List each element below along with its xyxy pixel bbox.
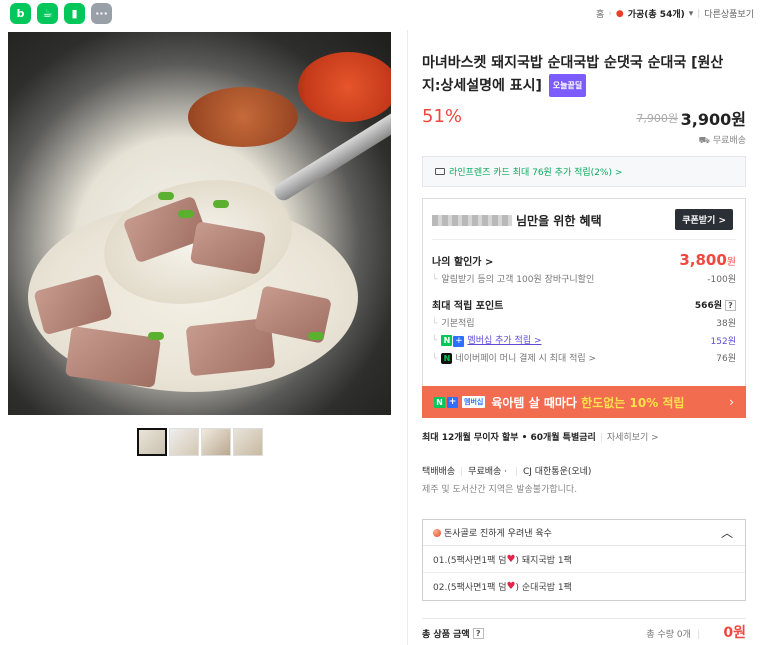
- chevron-right-icon: ›: [729, 395, 734, 409]
- heart-icon: ♥: [506, 553, 516, 565]
- chevron-down-icon[interactable]: ▾: [689, 9, 694, 19]
- truck-icon: ⛟: [698, 136, 710, 146]
- naver-pay-icon: N: [441, 353, 453, 364]
- total-price: 0원: [723, 625, 746, 641]
- today-deal-badge: 오늘끝딜: [548, 74, 587, 97]
- kimchi-side-dish: [298, 52, 391, 122]
- card-promo-banner[interactable]: 라인프렌즈 카드 최대 76원 추가 적립(2%) >: [422, 156, 746, 187]
- help-icon[interactable]: ?: [725, 300, 736, 311]
- original-price: 7,900원: [636, 112, 678, 125]
- basic-points-row: └ 기본적립 38원: [432, 316, 736, 329]
- product-main-image[interactable]: [8, 32, 391, 415]
- alarm-discount-label: └ 알림받기 등의 고객 100원 장바구니할인: [432, 275, 595, 285]
- plus-icon: +: [447, 396, 458, 408]
- sale-price: 3,900원: [680, 110, 746, 129]
- side-dish-bowl: [188, 87, 298, 147]
- my-price-value: 3,800원: [679, 251, 736, 269]
- pay-points-value: 76원: [716, 354, 736, 364]
- option-selector: 돈사골로 진하게 우려낸 육수 ︿ 01.(5팩사면1팩 덤 ♥) 돼지국밥 1팩…: [422, 519, 746, 601]
- my-price-row: 나의 할인가 > 3,800원: [432, 251, 736, 269]
- divider: [432, 239, 736, 240]
- plus-icon: +: [453, 336, 465, 347]
- installment-info: 최대 12개월 무이자 할부 • 60개월 특별금리 자세히보기 >: [422, 430, 659, 443]
- naver-n-icon: N: [434, 396, 445, 408]
- divider: [422, 618, 746, 619]
- cafe-icon[interactable]: ☕: [37, 3, 58, 24]
- masked-username: [432, 215, 512, 226]
- alarm-discount-value: -100원: [707, 275, 736, 285]
- breadcrumb: 홈 › ● 가공(총 54개) ▾ | 다른상품보기: [596, 7, 754, 21]
- pay-points-row: └ N 네이버페이 머니 결제 시 최대 적립 > 76원: [432, 351, 736, 364]
- option-dropdown-header[interactable]: 돈사골로 진하게 우려낸 육수 ︿: [423, 520, 745, 546]
- thumbnail-4[interactable]: [233, 428, 263, 456]
- total-quantity: 총 수량 0개: [646, 627, 700, 640]
- promo-highlight: 한도없는 10% 적립: [581, 395, 685, 410]
- promo-text: 육아템 살 때마다 한도없는 10% 적립: [491, 395, 685, 410]
- scallion: [213, 200, 229, 208]
- breadcrumb-category[interactable]: 가공(총 54개): [628, 7, 685, 20]
- thumbnail-2[interactable]: [169, 428, 199, 456]
- alarm-discount-row: └ 알림받기 등의 고객 100원 장바구니할인 -100원: [432, 272, 736, 285]
- scallion: [148, 332, 164, 340]
- max-points-label: 최대 적립 포인트: [432, 301, 504, 312]
- delivery-info: ⛟ 무료배송: [699, 133, 746, 147]
- membership-tags: N + 멤버십: [434, 396, 486, 408]
- scallion: [178, 210, 194, 218]
- my-price-unit: 원: [726, 257, 736, 268]
- chevron-up-icon[interactable]: ︿: [721, 524, 733, 541]
- bookmark-icon[interactable]: ▮: [64, 3, 85, 24]
- option-item-1[interactable]: 01.(5팩사면1팩 덤 ♥) 돼지국밥 1팩: [423, 546, 745, 573]
- membership-promo-banner[interactable]: N + 멤버십 육아템 살 때마다 한도없는 10% 적립 ›: [422, 386, 746, 418]
- shipping-note: 제주 및 도서산간 지역은 발송불가합니다.: [422, 485, 578, 495]
- product-title: 마녀바스켓 돼지국밥 순대국밥 순댓국 순대국 [원산지:상세설명에 표시] 오…: [422, 53, 740, 97]
- option-header-text: 돈사골로 진하게 우려낸 육수: [444, 529, 552, 539]
- total-label: 총 상품 금액?: [422, 627, 484, 640]
- membership-badge: 멤버십: [462, 396, 486, 408]
- shipping-info: 택배배송무료배송 · CJ 대한통운(오네): [422, 464, 591, 477]
- breadcrumb-divider: |: [697, 8, 701, 19]
- chevron-right-icon: ›: [608, 8, 612, 19]
- scallion: [308, 332, 324, 340]
- scallion: [158, 192, 174, 200]
- benefit-box: 님만을 위한 혜택 쿠폰받기 > 나의 할인가 > 3,800원 └ 알림받기 등…: [422, 198, 746, 403]
- breadcrumb-home[interactable]: 홈: [596, 7, 604, 20]
- shipping-fee: 무료배송 · CJ 대한통운(오네): [455, 467, 591, 477]
- installment-more-link[interactable]: 자세히보기 >: [600, 433, 659, 443]
- my-price-label[interactable]: 나의 할인가 >: [432, 253, 493, 268]
- panel-divider: [407, 30, 408, 645]
- thumbnail-3[interactable]: [201, 428, 231, 456]
- option-bullet-icon: [433, 528, 441, 537]
- pay-points-link[interactable]: └ N 네이버페이 머니 결제 시 최대 적립 >: [432, 351, 596, 364]
- credit-card-icon: [435, 168, 445, 175]
- basic-points-value: 38원: [716, 319, 736, 329]
- my-price-amount: 3,800: [679, 251, 727, 269]
- membership-points-link[interactable]: └ N + 멤버십 추가 적립 >: [432, 333, 542, 347]
- basic-points-label: └ 기본적립: [432, 319, 475, 329]
- membership-points-row: └ N + 멤버십 추가 적립 > 152원: [432, 333, 736, 347]
- top-bar: b ☕ ▮ ··· 홈 › ● 가공(총 54개) ▾ | 다른상품보기: [0, 0, 768, 30]
- benefit-title-text: 님만을 위한 혜택: [516, 214, 602, 228]
- naver-n-icon: N: [441, 335, 453, 346]
- help-icon[interactable]: ?: [472, 628, 484, 639]
- thumbnail-list: [137, 428, 263, 456]
- more-icon[interactable]: ···: [91, 3, 112, 24]
- installment-text: 최대 12개월 무이자 할부 • 60개월 특별금리: [422, 433, 596, 443]
- other-products-link[interactable]: 다른상품보기: [704, 7, 754, 20]
- fire-icon: ●: [615, 8, 624, 19]
- max-points-row: 최대 적립 포인트 566원?: [432, 297, 736, 312]
- get-coupon-button[interactable]: 쿠폰받기 >: [675, 209, 733, 230]
- option-item-2[interactable]: 02.(5팩사면1팩 덤 ♥) 순대국밥 1팩: [423, 573, 745, 600]
- discount-rate: 51%: [422, 106, 463, 127]
- benefit-title: 님만을 위한 혜택: [432, 212, 602, 229]
- card-promo-text: 라인프렌즈 카드 최대 76원 추가 적립(2%) >: [449, 168, 623, 178]
- max-points-value: 566원?: [695, 298, 736, 311]
- membership-points-value: 152원: [710, 336, 736, 347]
- delivery-label: 무료배송: [712, 136, 746, 146]
- blog-icon[interactable]: b: [10, 3, 31, 24]
- shipping-type: 택배배송: [422, 467, 456, 477]
- thumbnail-1[interactable]: [137, 428, 167, 456]
- heart-icon: ♥: [506, 581, 516, 592]
